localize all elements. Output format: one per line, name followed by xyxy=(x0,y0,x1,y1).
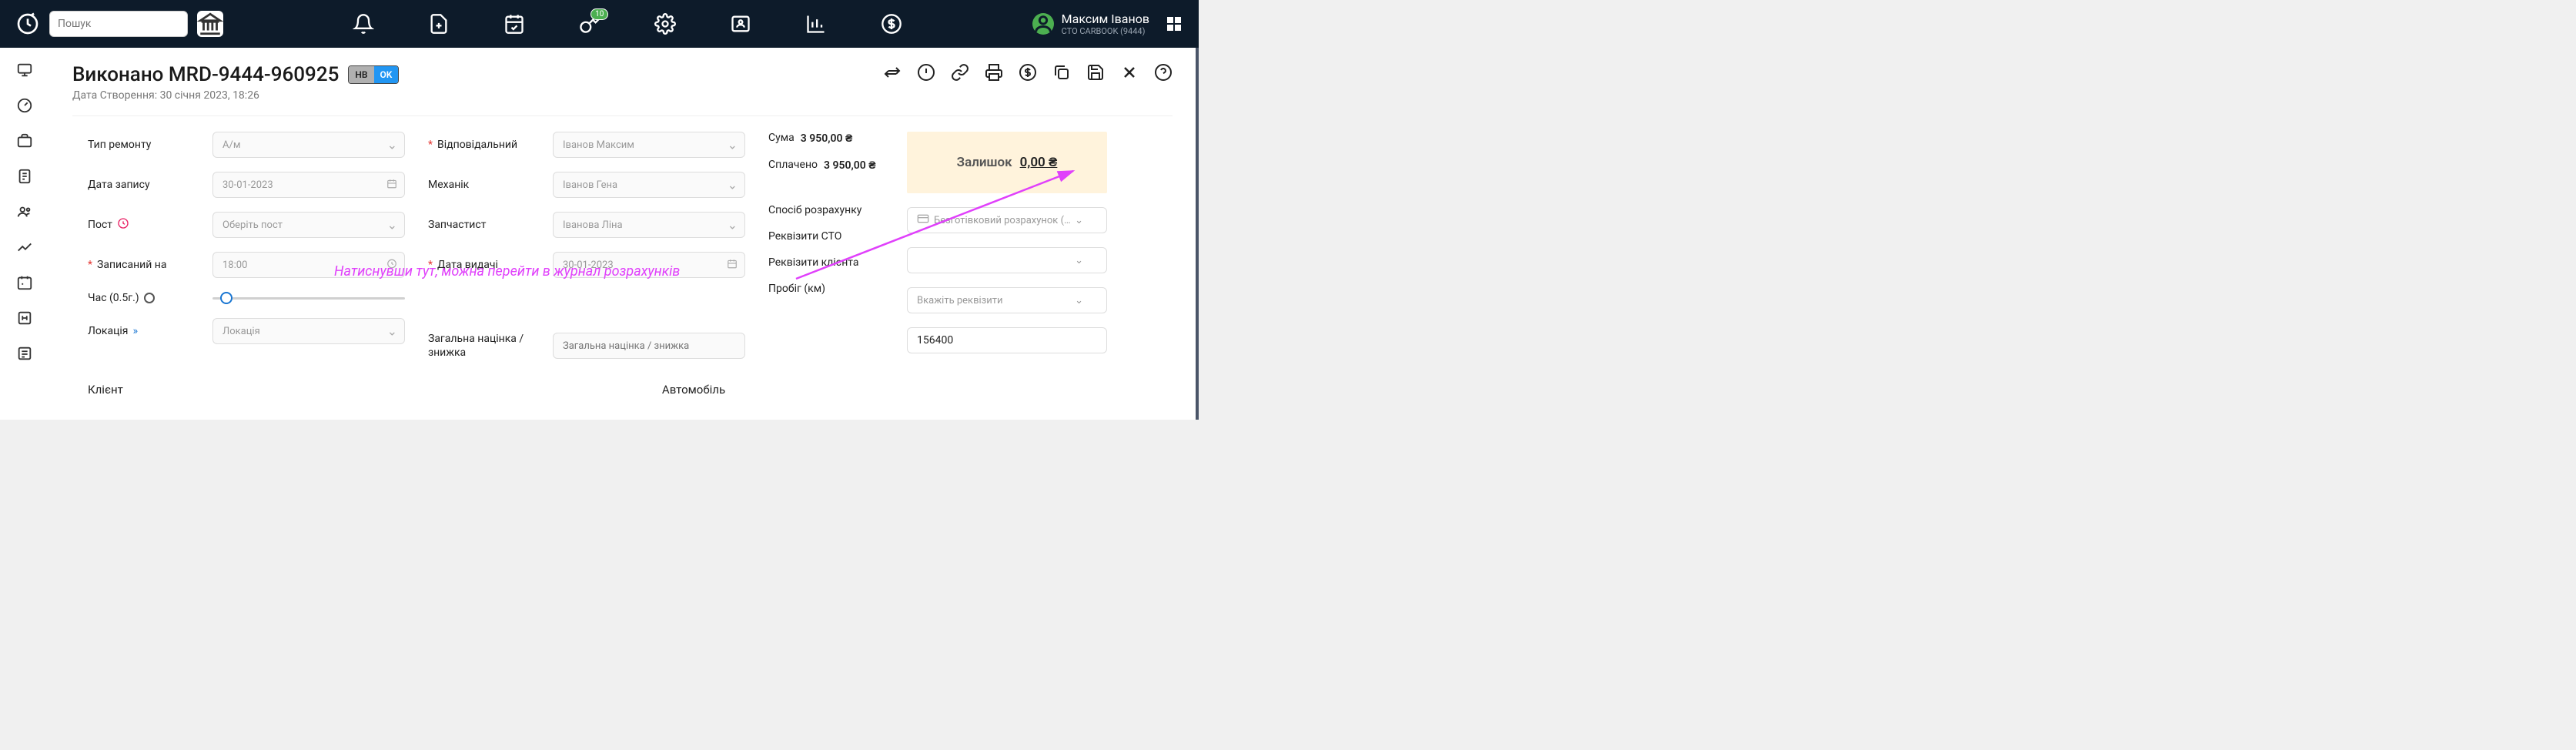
page-title: Виконано MRD-9444-960925 НВ OK xyxy=(72,63,399,86)
avatar-icon xyxy=(1032,13,1054,35)
label-post: Пост xyxy=(88,217,203,233)
col2: * Відповідальний ⌄ Механік ⌄ Запчастист … xyxy=(428,132,745,360)
calendar-check-icon[interactable] xyxy=(503,13,525,35)
post-select[interactable] xyxy=(212,212,405,238)
slider-thumb[interactable] xyxy=(220,292,233,304)
pay-method-select[interactable]: Безготівковий розрахунок (0.0... ⌄ xyxy=(907,207,1107,233)
balance-box: Залишок 0,00 ₴ xyxy=(907,132,1107,193)
markup-input[interactable] xyxy=(553,333,745,359)
form-panel: Тип ремонту ⌄ Дата запису Пост ⌄ * Запис… xyxy=(72,116,1173,375)
card-icon xyxy=(917,213,929,228)
sidebar-users-icon[interactable] xyxy=(16,203,33,220)
content: Виконано MRD-9444-960925 НВ OK Дата Ство… xyxy=(49,48,1199,420)
link-icon[interactable] xyxy=(951,63,969,82)
label-repair-type: Тип ремонту xyxy=(88,139,203,151)
sidebar-list-icon[interactable] xyxy=(16,345,33,362)
partsman-select[interactable] xyxy=(553,212,745,238)
location-select[interactable] xyxy=(212,318,405,344)
page-header: Виконано MRD-9444-960925 НВ OK Дата Ство… xyxy=(72,63,1173,102)
client-req-label: Реквізити клієнта xyxy=(768,256,884,269)
gear-icon[interactable] xyxy=(654,13,676,35)
client-label: Клієнт xyxy=(88,383,123,397)
label-booked-for: * Записаний на xyxy=(88,259,203,271)
save-icon[interactable] xyxy=(1086,63,1105,82)
logo-icon[interactable] xyxy=(15,12,40,36)
sidebar-calendar-icon[interactable] xyxy=(16,274,33,291)
pill-ok: OK xyxy=(374,66,399,83)
pay-method-label: Спосіб розрахунку xyxy=(768,204,884,216)
user-text: Максим Іванов СТО CARBOOK (9444) xyxy=(1062,12,1149,36)
top-bar: 10 Максим Іванов СТО CARBOOK (9444) xyxy=(0,0,1199,48)
label-duration: Час (0.5г.) xyxy=(88,292,203,304)
chevron-down-icon: ⌄ xyxy=(1075,255,1083,266)
sto-req-label: Реквізити СТО xyxy=(768,230,884,243)
status-pills[interactable]: НВ OK xyxy=(348,65,399,84)
sum-row: Сума 3 950,00 ₴ xyxy=(768,132,884,145)
mileage-label: Пробіг (км) xyxy=(768,283,884,295)
action-icons xyxy=(883,63,1173,82)
duration-slider[interactable] xyxy=(212,297,405,300)
user-sub: СТО CARBOOK (9444) xyxy=(1062,26,1149,36)
close-icon[interactable] xyxy=(1120,63,1139,82)
dollar-action-icon[interactable] xyxy=(1019,63,1037,82)
mechanic-select[interactable] xyxy=(553,172,745,198)
label-issue-date: * Дата видачі xyxy=(428,259,544,271)
help-icon[interactable] xyxy=(1154,63,1173,82)
print-icon[interactable] xyxy=(985,63,1003,82)
responsible-select[interactable] xyxy=(553,132,745,158)
issue-date-input[interactable] xyxy=(553,252,745,278)
dollar-icon[interactable] xyxy=(881,13,902,35)
pill-nv: НВ xyxy=(349,66,373,83)
created-line: Дата Створення: 30 січня 2023, 18:26 xyxy=(72,89,399,102)
col1: Тип ремонту ⌄ Дата запису Пост ⌄ * Запис… xyxy=(88,132,405,360)
booked-for-input[interactable] xyxy=(212,252,405,278)
sto-req-select[interactable]: ⌄ xyxy=(907,247,1107,273)
user-block[interactable]: Максим Іванов СТО CARBOOK (9444) xyxy=(1032,12,1149,36)
sidebar-screen-icon[interactable] xyxy=(16,62,33,79)
clock-icon xyxy=(117,217,129,233)
sidebar-briefcase-icon[interactable] xyxy=(16,132,33,149)
label-markup: Загальна націнка / знижка xyxy=(428,332,544,360)
repair-type-select[interactable] xyxy=(212,132,405,158)
copy-icon[interactable] xyxy=(1052,63,1071,82)
chevron-down-icon: ⌄ xyxy=(1075,215,1083,226)
chevron-down-icon: ⌄ xyxy=(1075,295,1083,306)
search-input[interactable] xyxy=(58,18,195,30)
col4: Залишок 0,00 ₴ Безготівковий розрахунок … xyxy=(907,132,1107,360)
bank-button[interactable] xyxy=(197,11,223,37)
sidebar-trend-icon[interactable] xyxy=(16,239,33,256)
col3: Сума 3 950,00 ₴ Сплачено 3 950,00 ₴ Спос… xyxy=(768,132,884,360)
balance-value[interactable]: 0,00 ₴ xyxy=(1020,155,1058,170)
key-icon[interactable]: 10 xyxy=(579,13,601,35)
record-date-input[interactable] xyxy=(212,172,405,198)
label-record-date: Дата запису xyxy=(88,179,203,191)
chart-icon[interactable] xyxy=(805,13,827,35)
user-name: Максим Іванов xyxy=(1062,12,1149,26)
label-partsman: Запчастист xyxy=(428,219,544,231)
alert-icon[interactable] xyxy=(917,63,935,82)
apps-icon[interactable] xyxy=(1165,15,1183,33)
sidebar xyxy=(0,48,49,420)
search-input-wrap xyxy=(49,11,188,37)
bell-icon[interactable] xyxy=(353,13,374,35)
swap-icon[interactable] xyxy=(883,63,902,82)
bottom-row: Клієнт Автомобіль xyxy=(72,375,1173,404)
label-responsible: * Відповідальний xyxy=(428,139,544,151)
radio-icon[interactable] xyxy=(144,293,155,303)
contact-icon[interactable] xyxy=(730,13,751,35)
balance-label: Залишок xyxy=(957,155,1012,170)
sidebar-gauge-icon[interactable] xyxy=(16,97,33,114)
file-plus-icon[interactable] xyxy=(428,13,450,35)
label-location: Локація » xyxy=(88,325,203,337)
sidebar-clipboard-icon[interactable] xyxy=(16,168,33,185)
sidebar-transfer-icon[interactable] xyxy=(16,310,33,326)
auto-label: Автомобіль xyxy=(662,383,725,397)
key-badge: 10 xyxy=(590,8,608,20)
top-icons: 10 xyxy=(233,13,1023,35)
mileage-input[interactable] xyxy=(907,327,1107,353)
label-mechanic: Механік xyxy=(428,179,544,191)
chevron-right-icon[interactable]: » xyxy=(132,325,138,337)
paid-row: Сплачено 3 950,00 ₴ xyxy=(768,159,884,172)
client-req-select[interactable]: Вкажіть реквізити⌄ xyxy=(907,287,1107,313)
